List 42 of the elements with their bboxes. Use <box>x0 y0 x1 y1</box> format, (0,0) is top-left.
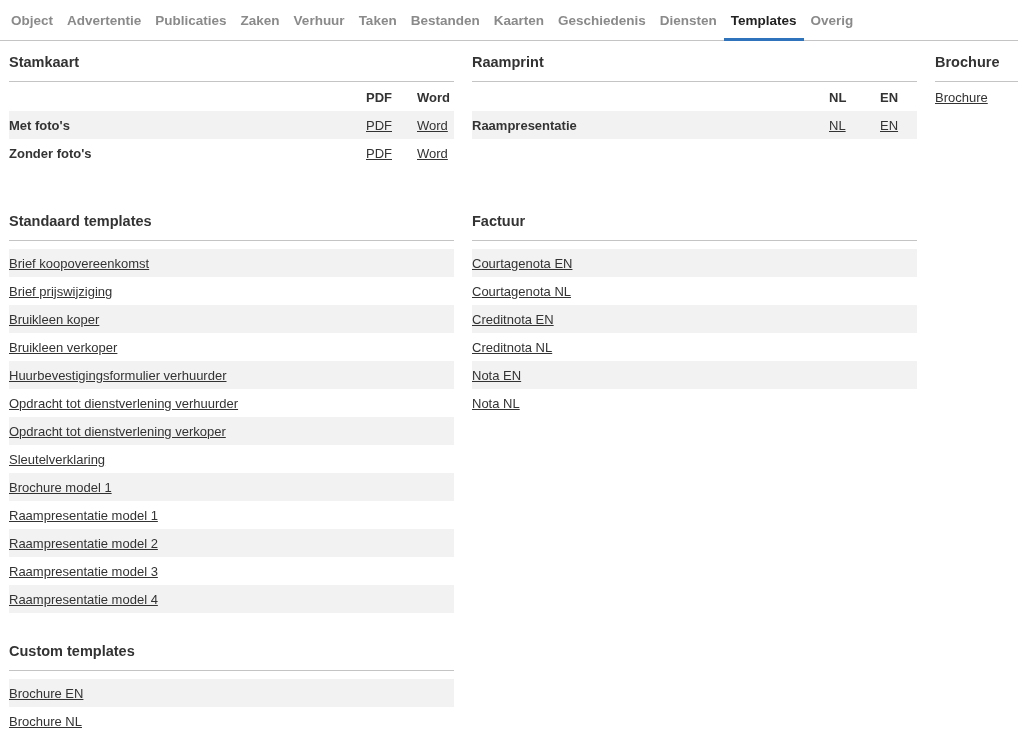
download-link[interactable]: EN <box>880 117 899 133</box>
template-link[interactable]: Bruikleen verkoper <box>9 339 118 355</box>
download-link[interactable]: Word <box>417 145 448 161</box>
template-link[interactable]: Nota NL <box>472 395 520 411</box>
download-link[interactable]: PDF <box>366 145 392 161</box>
template-link[interactable]: Brochure NL <box>9 713 82 729</box>
download-link[interactable]: PDF <box>366 117 392 133</box>
template-link[interactable]: Opdracht tot dienstverlening verkoper <box>9 423 226 439</box>
template-link[interactable]: Raampresentatie model 2 <box>9 535 158 551</box>
column-header: PDF <box>365 89 392 105</box>
section-heading: Standaard templates <box>9 211 454 241</box>
download-link[interactable]: Word <box>417 117 448 133</box>
template-link[interactable]: Bruikleen koper <box>9 311 100 327</box>
section-heading: Raamprint <box>472 52 917 82</box>
tab[interactable]: Templates <box>723 0 804 41</box>
row-label: Raampresentatie <box>472 117 577 133</box>
template-link[interactable]: Nota EN <box>472 367 522 383</box>
template-link[interactable]: Raampresentatie model 3 <box>9 563 158 579</box>
row-label: Zonder foto's <box>9 145 92 161</box>
template-link[interactable]: Brochure <box>935 89 988 105</box>
download-link[interactable]: NL <box>829 117 846 133</box>
template-link[interactable]: Courtagenota NL <box>472 283 571 299</box>
template-link[interactable]: Sleutelverklaring <box>9 451 106 467</box>
template-link[interactable]: Courtagenota EN <box>472 255 573 271</box>
column-header: NL <box>828 89 847 105</box>
column-header: Word <box>416 89 450 105</box>
template-link[interactable]: Huurbevestigingsformulier verhuurder <box>9 367 227 383</box>
template-link[interactable]: Brief prijswijziging <box>9 283 113 299</box>
column-header: EN <box>879 89 899 105</box>
template-link[interactable]: Raampresentatie model 4 <box>9 591 158 607</box>
template-link[interactable]: Brochure EN <box>9 685 84 701</box>
template-link[interactable]: Creditnota EN <box>472 311 554 327</box>
template-link[interactable]: Opdracht tot dienstverlening verhuurder <box>9 395 239 411</box>
template-link[interactable]: Brochure model 1 <box>9 479 112 495</box>
row-label: Met foto's <box>9 117 70 133</box>
template-link[interactable]: Raampresentatie model 1 <box>9 507 158 523</box>
section-heading: Custom templates <box>9 641 454 671</box>
section-heading: Stamkaart <box>9 52 454 82</box>
template-link[interactable]: Brief koopovereenkomst <box>9 255 150 271</box>
section-heading: Factuur <box>472 211 917 241</box>
section-heading: Brochure <box>935 52 1018 82</box>
template-link[interactable]: Creditnota NL <box>472 339 553 355</box>
